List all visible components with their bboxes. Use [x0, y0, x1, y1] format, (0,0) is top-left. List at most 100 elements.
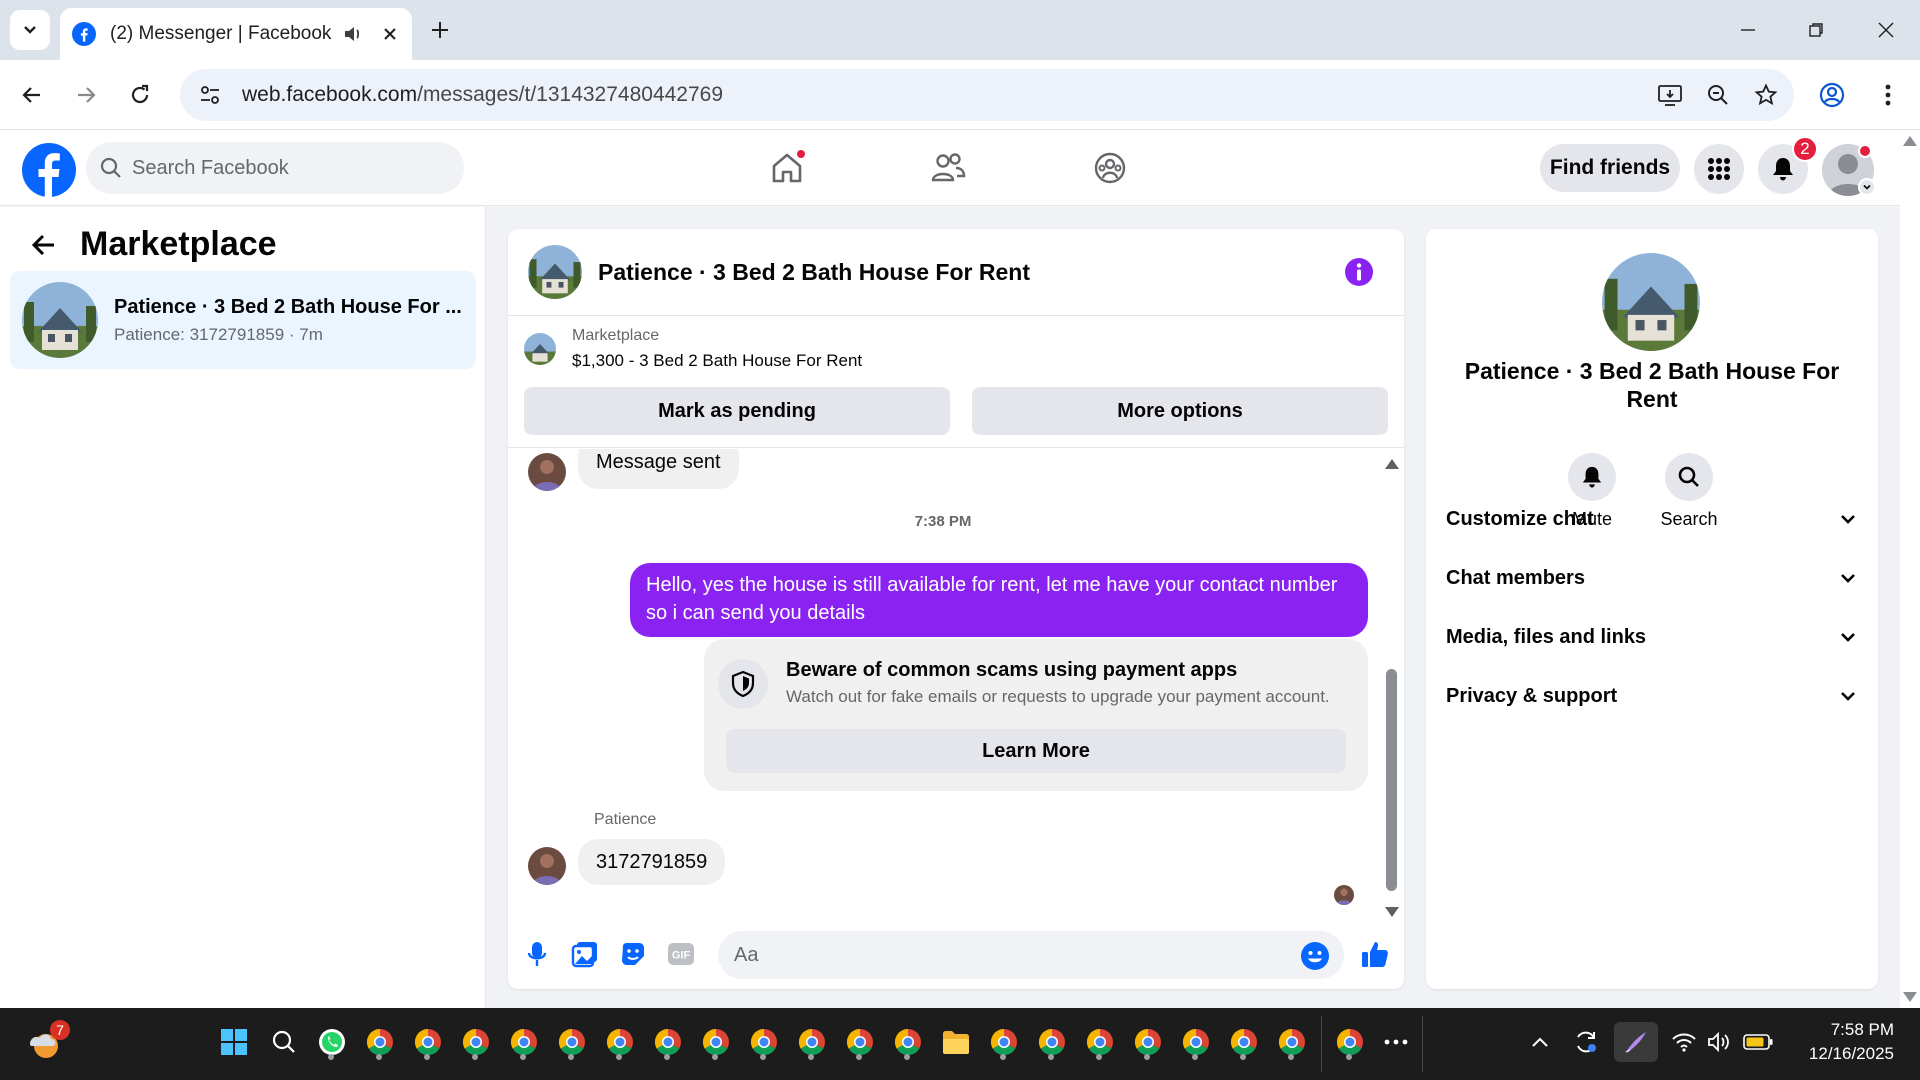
info-icon[interactable]: [1344, 257, 1374, 287]
browser-profile-button[interactable]: [1814, 77, 1850, 113]
emoji-icon[interactable]: [1300, 941, 1330, 971]
close-icon[interactable]: [380, 24, 400, 44]
learn-more-button[interactable]: Learn More: [726, 729, 1346, 773]
chrome-icon: [366, 1028, 393, 1056]
message-input[interactable]: [734, 943, 1294, 967]
sticker-button[interactable]: [616, 937, 650, 971]
back-button[interactable]: [26, 227, 62, 263]
taskbar-chrome[interactable]: [456, 1022, 496, 1062]
zoom-button[interactable]: [1698, 75, 1738, 115]
new-tab-button[interactable]: [424, 14, 456, 46]
message-input-box[interactable]: [718, 931, 1344, 979]
taskbar-chrome[interactable]: [1176, 1022, 1216, 1062]
scroll-down-arrow[interactable]: [1385, 907, 1399, 917]
taskbar-chrome[interactable]: [696, 1022, 736, 1062]
taskbar-search-button[interactable]: [264, 1022, 304, 1062]
conversation-item[interactable]: Patience · 3 Bed 2 Bath House For ... Pa…: [10, 271, 476, 369]
facebook-search[interactable]: [86, 142, 464, 194]
taskbar-overflow-button[interactable]: [1376, 1022, 1416, 1062]
mark-as-pending-button[interactable]: Mark as pending: [524, 387, 950, 435]
taskbar-chrome[interactable]: [1272, 1022, 1312, 1062]
facebook-search-input[interactable]: [132, 156, 432, 180]
scroll-thumb[interactable]: [1386, 669, 1397, 891]
taskbar-file-explorer[interactable]: [936, 1022, 976, 1062]
window-close-button[interactable]: [1866, 12, 1906, 48]
taskbar-chrome[interactable]: [648, 1022, 688, 1062]
scroll-up-arrow[interactable]: [1385, 459, 1399, 469]
speaker-icon[interactable]: [342, 23, 364, 45]
back-button[interactable]: [14, 77, 50, 113]
taskbar-chrome[interactable]: [504, 1022, 544, 1062]
restore-button[interactable]: [1796, 12, 1836, 48]
chat-avatar[interactable]: [528, 245, 582, 299]
taskbar-chrome[interactable]: [552, 1022, 592, 1062]
info-avatar[interactable]: [1602, 253, 1700, 351]
taskbar-chrome[interactable]: [360, 1022, 400, 1062]
address-bar[interactable]: web.facebook.com/messages/t/131432748044…: [180, 69, 1794, 121]
taskbar-chrome[interactable]: [600, 1022, 640, 1062]
bookmark-button[interactable]: [1746, 75, 1786, 115]
minimize-button[interactable]: [1728, 12, 1768, 48]
reload-button[interactable]: [122, 77, 158, 113]
section-customize-chat[interactable]: Customize chat: [1446, 493, 1858, 545]
tray-pen-app[interactable]: [1614, 1022, 1658, 1062]
section-chat-members[interactable]: Chat members: [1446, 552, 1858, 604]
page-scrollbar[interactable]: [1900, 130, 1920, 1008]
voice-clip-button[interactable]: [520, 937, 554, 971]
nav-home[interactable]: [757, 142, 817, 194]
find-friends-button[interactable]: Find friends: [1540, 144, 1680, 192]
message-scrollbar[interactable]: [1384, 457, 1400, 917]
sender-avatar[interactable]: [528, 453, 566, 491]
tray-sync[interactable]: [1566, 1022, 1606, 1062]
gif-button[interactable]: GIF: [664, 937, 698, 971]
nav-friends[interactable]: [918, 142, 978, 194]
start-button[interactable]: [214, 1022, 254, 1062]
conversation-preview: Patience: 3172791859 · 7m: [114, 324, 323, 344]
tray-battery[interactable]: [1738, 1022, 1778, 1062]
section-privacy-support[interactable]: Privacy & support: [1446, 670, 1858, 722]
tray-show-hidden-button[interactable]: [1520, 1022, 1560, 1062]
install-app-button[interactable]: [1650, 75, 1690, 115]
menu-button[interactable]: [1694, 144, 1744, 194]
tray-volume[interactable]: [1700, 1022, 1740, 1062]
svg-text:GIF: GIF: [672, 950, 691, 962]
attach-photo-button[interactable]: [568, 937, 602, 971]
taskbar-chrome[interactable]: [408, 1022, 448, 1062]
taskbar-chrome[interactable]: [792, 1022, 832, 1062]
taskbar-chrome[interactable]: [888, 1022, 928, 1062]
taskbar-chrome[interactable]: [1080, 1022, 1120, 1062]
section-media-files-links[interactable]: Media, files and links: [1446, 611, 1858, 663]
taskbar-chrome[interactable]: [1128, 1022, 1168, 1062]
conversation-text: Patience · 3 Bed 2 Bath House For ... Pa…: [114, 296, 462, 345]
taskbar-chrome[interactable]: [1032, 1022, 1072, 1062]
chrome-icon: [654, 1028, 681, 1056]
taskbar-whatsapp[interactable]: [312, 1022, 352, 1062]
clock[interactable]: 7:58 PM 12/16/2025: [1780, 1020, 1894, 1064]
message-bubble-incoming[interactable]: 3172791859: [578, 839, 726, 885]
like-button[interactable]: [1358, 937, 1392, 971]
account-chevron[interactable]: [1858, 178, 1876, 196]
nav-groups[interactable]: [1080, 142, 1140, 194]
facebook-logo-icon[interactable]: [22, 143, 76, 197]
listing-summary[interactable]: Marketplace $1,300 - 3 Bed 2 Bath House …: [524, 327, 862, 371]
message-bubble-outgoing[interactable]: Hello, yes the house is still available …: [630, 563, 1368, 637]
browser-tab-messenger[interactable]: (2) Messenger | Facebook: [60, 8, 412, 60]
forward-button[interactable]: [68, 77, 104, 113]
taskbar-chrome[interactable]: [1224, 1022, 1264, 1062]
taskbar-chrome[interactable]: [840, 1022, 880, 1062]
more-options-button[interactable]: More options: [972, 387, 1388, 435]
site-info-button[interactable]: [192, 77, 228, 113]
tray-wifi[interactable]: [1664, 1022, 1704, 1062]
taskbar-chrome[interactable]: [744, 1022, 784, 1062]
sender-avatar[interactable]: [528, 847, 566, 885]
tab-search-button[interactable]: [10, 10, 50, 50]
scroll-up-arrow[interactable]: [1903, 136, 1917, 146]
message-bubble-incoming[interactable]: Message sent: [578, 449, 739, 489]
chat-title[interactable]: Patience · 3 Bed 2 Bath House For Rent: [598, 259, 1030, 286]
browser-menu-button[interactable]: [1870, 77, 1906, 113]
taskbar-chrome[interactable]: [984, 1022, 1024, 1062]
running-indicator: [664, 1054, 670, 1060]
running-indicator: [1096, 1054, 1102, 1060]
taskbar-chrome-active[interactable]: [1330, 1022, 1370, 1062]
scroll-down-arrow[interactable]: [1903, 992, 1917, 1002]
